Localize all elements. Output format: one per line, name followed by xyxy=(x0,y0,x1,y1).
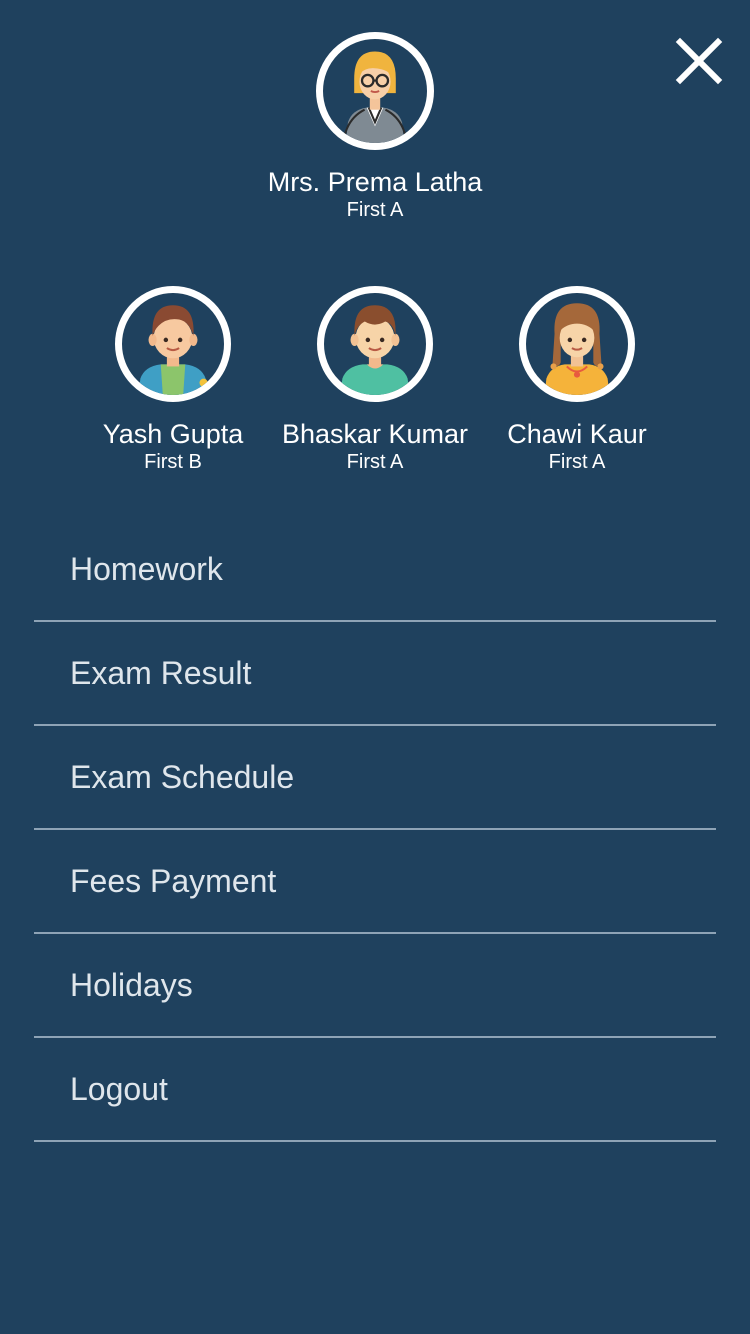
teacher-class: First A xyxy=(346,199,404,221)
teacher-profile: Mrs. Prema Latha First A xyxy=(0,32,750,222)
child-name: Chawi Kaur xyxy=(507,419,647,449)
menu-item-label: Exam Result xyxy=(70,654,252,691)
side-menu-screen: Mrs. Prema Latha First A Yash Gupta Firs… xyxy=(0,0,750,1334)
menu-item-label: Logout xyxy=(70,1070,168,1107)
teacher-avatar xyxy=(316,32,434,150)
child-bhaskar-kumar[interactable]: Bhaskar Kumar First A xyxy=(275,286,475,474)
child-chawi-kaur[interactable]: Chawi Kaur First A xyxy=(477,286,677,474)
child-avatar xyxy=(519,286,635,402)
menu-item-holidays[interactable]: Holidays xyxy=(34,934,716,1038)
menu-item-label: Exam Schedule xyxy=(70,758,295,795)
children-list: Yash Gupta First B Bhaskar Kumar First A… xyxy=(0,286,750,486)
menu-item-label: Homework xyxy=(70,550,223,587)
menu-item-label: Holidays xyxy=(70,966,193,1003)
child-name: Bhaskar Kumar xyxy=(281,419,469,449)
child-class: First B xyxy=(144,451,202,473)
menu-item-label: Fees Payment xyxy=(70,862,277,899)
nav-menu: Homework Exam Result Exam Schedule Fees … xyxy=(34,518,716,1142)
boy-avatar-icon xyxy=(138,305,208,395)
girl-avatar-icon xyxy=(544,303,610,395)
menu-item-homework[interactable]: Homework xyxy=(34,518,716,622)
teacher-avatar-icon xyxy=(342,51,408,143)
menu-item-fees-payment[interactable]: Fees Payment xyxy=(34,830,716,934)
menu-item-exam-result[interactable]: Exam Result xyxy=(34,622,716,726)
boy-avatar-icon xyxy=(340,305,410,395)
child-avatar xyxy=(317,286,433,402)
child-yash-gupta[interactable]: Yash Gupta First B xyxy=(73,286,273,474)
child-class: First A xyxy=(548,451,606,473)
child-name: Yash Gupta xyxy=(102,419,244,449)
menu-item-exam-schedule[interactable]: Exam Schedule xyxy=(34,726,716,830)
menu-item-logout[interactable]: Logout xyxy=(34,1038,716,1142)
child-class: First A xyxy=(346,451,404,473)
child-avatar xyxy=(115,286,231,402)
teacher-name: Mrs. Prema Latha xyxy=(267,167,483,197)
